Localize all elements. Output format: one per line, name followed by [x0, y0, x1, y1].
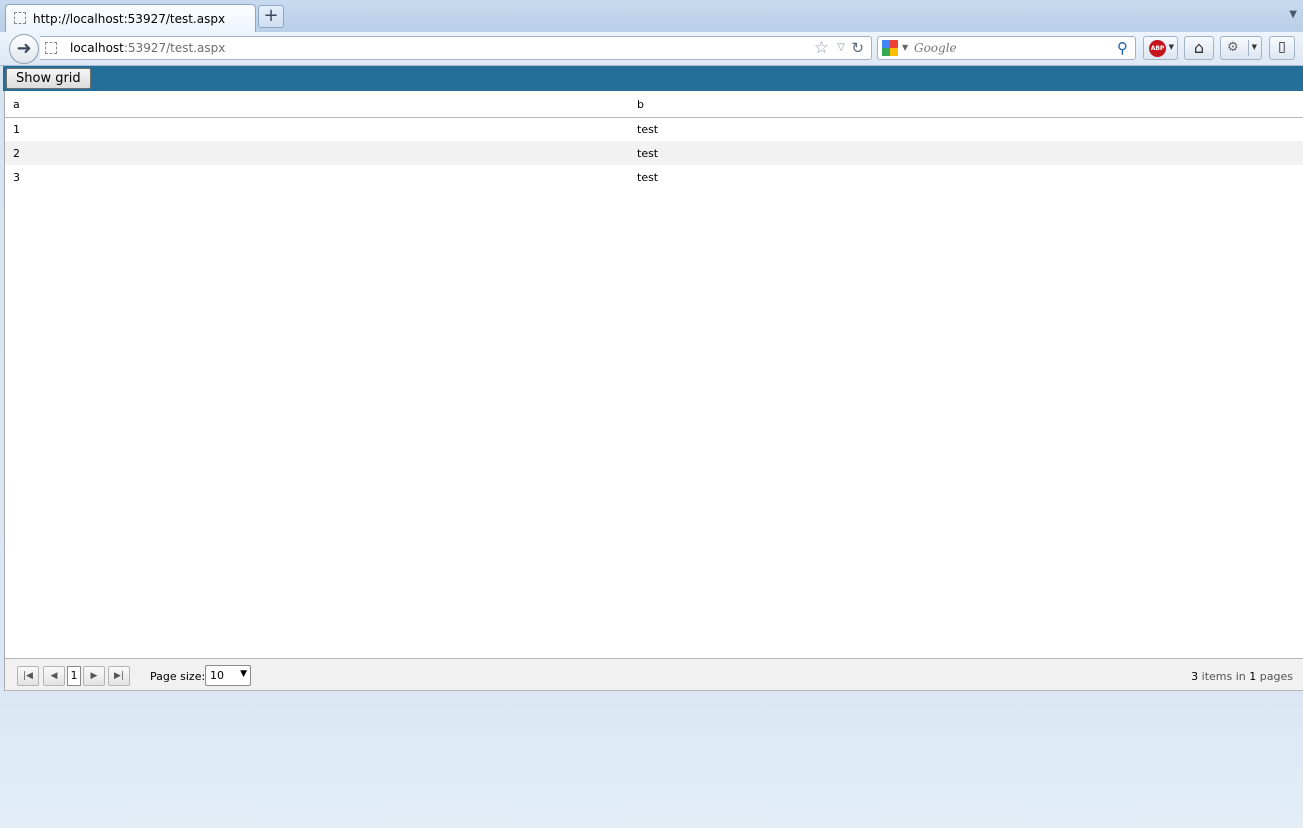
prev-page-icon: ◀: [50, 671, 58, 681]
site-identity-icon[interactable]: [45, 42, 57, 54]
next-page-button[interactable]: ▶: [83, 666, 105, 686]
tab-title: http://localhost:53927/test.aspx: [33, 12, 226, 26]
next-page-icon: ▶: [90, 671, 98, 681]
url-text[interactable]: localhost:53927/test.aspx: [70, 41, 225, 55]
cell-b: test: [637, 147, 659, 160]
column-header-b[interactable]: b: [637, 98, 644, 111]
current-page-number[interactable]: 1: [67, 666, 81, 686]
page-size-select[interactable]: 10 ▼: [205, 665, 251, 686]
home-button[interactable]: ⌂: [1184, 36, 1214, 60]
home-icon: ⌂: [1193, 38, 1205, 57]
tab-strip: http://localhost:53927/test.aspx + ▼: [0, 0, 1303, 32]
table-row[interactable]: 1 test: [5, 117, 1303, 141]
grid-pager: |◀ ◀ 1 ▶ ▶| Page size: 10 ▼ 3 items in 1…: [5, 658, 1303, 691]
list-all-tabs-icon[interactable]: ▼: [1289, 9, 1297, 20]
addon-icon: ⚙: [1227, 40, 1239, 55]
search-icon[interactable]: ⚲: [1117, 39, 1128, 57]
reload-icon[interactable]: ↻: [851, 39, 864, 57]
engine-dropdown-icon[interactable]: ▼: [902, 43, 908, 52]
pager-info: 3 items in 1 pages: [1191, 670, 1293, 683]
chevron-down-icon[interactable]: ▼: [1252, 43, 1257, 51]
grid-header: a b: [5, 91, 1303, 118]
cell-b: test: [637, 123, 659, 136]
mobile-sync-button[interactable]: ▯: [1269, 36, 1295, 60]
prev-page-button[interactable]: ◀: [43, 666, 65, 686]
back-button[interactable]: ➜: [9, 34, 39, 64]
show-grid-button[interactable]: Show grid: [6, 68, 91, 89]
page-favicon-icon: [14, 12, 26, 24]
button-divider: [1248, 40, 1249, 56]
pages-text: pages: [1259, 670, 1293, 683]
search-bar[interactable]: ▼ ⚲: [877, 36, 1136, 60]
last-page-icon: ▶|: [114, 671, 124, 681]
data-grid: a b 1 test 2 test 3 test |◀ ◀ 1 ▶ ▶| Pag…: [4, 91, 1303, 691]
first-page-icon: |◀: [23, 671, 33, 681]
bookmark-star-icon[interactable]: ☆: [814, 38, 829, 58]
column-header-a[interactable]: a: [13, 98, 20, 111]
search-input[interactable]: [914, 39, 1109, 57]
navigation-toolbar: ➜ localhost:53927/test.aspx ☆ ▽ ↻ ▼ ⚲ AB…: [0, 32, 1303, 66]
cell-a: 1: [13, 123, 20, 136]
page-toolbar: Show grid: [3, 66, 1303, 91]
chevron-down-icon: ▼: [1168, 43, 1174, 51]
item-count: 3: [1191, 670, 1199, 683]
new-tab-button[interactable]: +: [258, 5, 284, 28]
cell-b: test: [637, 171, 659, 184]
items-in-text: items in: [1201, 670, 1246, 683]
google-engine-icon[interactable]: [882, 40, 898, 56]
back-arrow-icon: ➜: [16, 38, 32, 59]
table-row[interactable]: 3 test: [5, 165, 1303, 189]
cell-a: 3: [13, 171, 20, 184]
url-path: :53927/test.aspx: [123, 41, 226, 55]
table-row[interactable]: 2 test: [5, 141, 1303, 165]
page-count: 1: [1249, 670, 1257, 683]
cell-a: 2: [13, 147, 20, 160]
adblock-icon: ABP: [1149, 40, 1166, 57]
adblock-button[interactable]: ABP ▼: [1143, 36, 1178, 60]
first-page-button[interactable]: |◀: [17, 666, 39, 686]
chevron-down-icon: ▼: [240, 669, 247, 679]
browser-tab[interactable]: http://localhost:53927/test.aspx: [5, 4, 256, 32]
page-size-value: 10: [210, 669, 224, 682]
page-size-label: Page size:: [150, 670, 206, 683]
url-bar[interactable]: localhost:53927/test.aspx ☆ ▽ ↻: [40, 36, 872, 60]
url-host: localhost: [70, 41, 124, 55]
addon-button[interactable]: ⚙ ▼: [1220, 36, 1262, 60]
mobile-icon: ▯: [1278, 39, 1286, 55]
last-page-button[interactable]: ▶|: [108, 666, 130, 686]
history-dropdown-icon[interactable]: ▽: [837, 42, 845, 53]
